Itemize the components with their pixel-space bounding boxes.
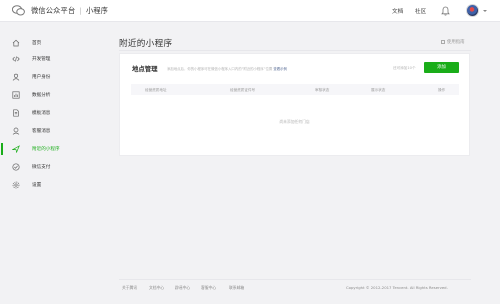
- avatar[interactable]: [466, 4, 479, 17]
- column-header: 展示状态: [371, 87, 386, 92]
- footer-link[interactable]: 文档中心: [149, 285, 164, 291]
- sidebar-item-wechat-pay[interactable]: 微信支付: [0, 160, 106, 174]
- sidebar-item-label: 数据分析: [32, 92, 51, 98]
- sidebar-item-label: 设置: [32, 182, 42, 188]
- column-header: 操作: [438, 87, 446, 92]
- sidebar-item-user-identity[interactable]: 用户身份: [0, 70, 106, 84]
- location-icon: [12, 145, 20, 153]
- sidebar-item-template-messages[interactable]: 模板消息: [0, 106, 106, 120]
- footer-divider: [119, 279, 471, 280]
- account-dropdown-icon[interactable]: [483, 10, 487, 12]
- sidebar: 首页 开发管理 用户身份 数据分析 模板消息 客服消息 附近的小程序 微信支付 …: [0, 22, 106, 304]
- service-icon: [12, 127, 20, 135]
- usage-guide-link[interactable]: 使用指南: [441, 39, 465, 45]
- description-text: 添加地点后，你的小程序可在微信小程序入口内的“附近的小程序”位置: [167, 67, 273, 71]
- sidebar-item-label: 微信支付: [32, 164, 51, 170]
- copyright: Copyright © 2012-2017 Tencent. All Right…: [346, 285, 448, 290]
- guide-icon: [441, 39, 445, 44]
- bell-icon[interactable]: [441, 6, 450, 16]
- remaining-count: 还可添加10个: [393, 66, 416, 70]
- top-bar: 微信公众平台 | 小程序 文档 社区: [0, 0, 500, 22]
- page-title: 附近的小程序: [119, 39, 173, 49]
- footer-link[interactable]: 客服中心: [201, 285, 216, 291]
- sidebar-item-label: 客服消息: [32, 128, 51, 134]
- sidebar-item-data-analysis[interactable]: 数据分析: [0, 88, 106, 102]
- gear-icon: [12, 181, 20, 189]
- document-icon: [13, 109, 19, 117]
- app-name: 小程序: [85, 6, 109, 15]
- footer-link[interactable]: 辟谣中心: [175, 285, 190, 291]
- sidebar-item-nearby-miniprogram[interactable]: 附近的小程序: [0, 142, 106, 156]
- empty-state-text: 尚未添加任何门店: [279, 119, 310, 124]
- user-icon: [12, 73, 20, 81]
- pay-icon: [12, 163, 20, 171]
- table-header: 经营资质地址 经营资质证件号 审核状态 展示状态 操作: [131, 84, 459, 95]
- sidebar-item-label: 开发管理: [32, 56, 51, 62]
- title-separator: |: [79, 6, 82, 15]
- view-example-link[interactable]: 查看示例: [273, 67, 287, 71]
- panel-description: 添加地点后，你的小程序可在微信小程序入口内的“附近的小程序”位置 查看示例: [167, 66, 287, 71]
- footer-link[interactable]: 联系邮箱: [229, 285, 244, 291]
- community-link[interactable]: 社区: [415, 7, 426, 15]
- chart-icon: [12, 91, 20, 99]
- add-location-button[interactable]: 添加: [424, 62, 459, 73]
- app-title: 微信公众平台 | 小程序: [31, 6, 108, 16]
- column-header: 经营资质地址: [145, 87, 167, 92]
- sidebar-item-label: 附近的小程序: [32, 146, 60, 152]
- sidebar-item-label: 首页: [32, 40, 42, 46]
- column-header: 审核状态: [315, 87, 330, 92]
- brand-name[interactable]: 微信公众平台: [31, 6, 75, 15]
- wechat-logo-icon[interactable]: [12, 5, 25, 16]
- sidebar-item-dev-management[interactable]: 开发管理: [0, 52, 106, 66]
- usage-guide-label: 使用指南: [447, 40, 465, 45]
- home-icon: [12, 39, 20, 47]
- sidebar-item-label: 模板消息: [32, 110, 51, 116]
- panel-title: 地点管理: [132, 65, 158, 73]
- docs-link[interactable]: 文档: [392, 7, 403, 15]
- code-icon: [12, 56, 20, 62]
- column-header: 经营资质证件号: [230, 87, 256, 92]
- title-divider: [119, 50, 471, 51]
- footer-link[interactable]: 关于腾讯: [122, 285, 137, 291]
- location-management-panel: 地点管理 添加地点后，你的小程序可在微信小程序入口内的“附近的小程序”位置 查看…: [119, 53, 470, 156]
- sidebar-item-customer-service[interactable]: 客服消息: [0, 124, 106, 138]
- sidebar-item-label: 用户身份: [32, 74, 51, 80]
- sidebar-item-settings[interactable]: 设置: [0, 178, 106, 192]
- sidebar-item-home[interactable]: 首页: [0, 36, 106, 50]
